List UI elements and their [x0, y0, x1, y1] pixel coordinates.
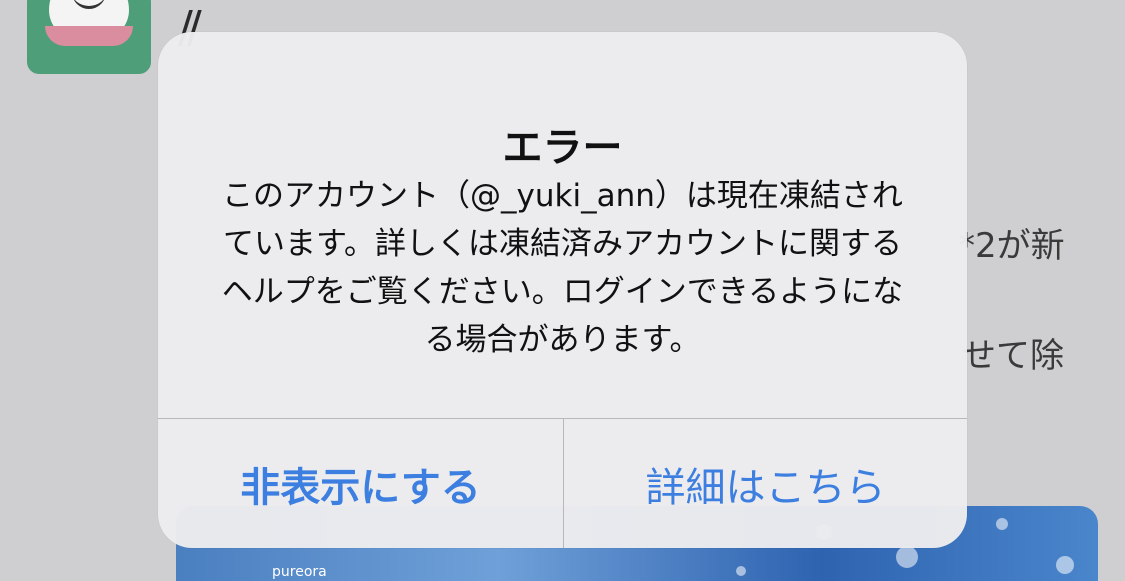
- alert-title: エラー: [502, 125, 623, 171]
- ad-brand-label: pureora: [272, 564, 327, 580]
- bubble-decoration: [996, 518, 1008, 530]
- error-alert-dialog: エラー このアカウント（@_yuki_ann）は現在凍結されています。詳しくは凍…: [158, 32, 967, 548]
- bubble-decoration: [1056, 556, 1074, 574]
- learn-more-button[interactable]: 詳細はこちら: [564, 419, 967, 548]
- gum-shape: [45, 26, 133, 46]
- bubble-decoration: [896, 546, 918, 568]
- screen: // *2が新 せて除 pureora エラー このアカウント（@_yuki_a…: [0, 0, 1125, 581]
- hide-button[interactable]: 非表示にする: [158, 419, 563, 548]
- avatar[interactable]: [27, 0, 151, 74]
- post-text-line: *2が新: [958, 226, 1065, 266]
- alert-message: このアカウント（@_yuki_ann）は現在凍結されています。詳しくは凍結済みア…: [221, 178, 904, 358]
- post-text-line: せて除: [962, 336, 1064, 376]
- bubble-decoration: [736, 566, 746, 576]
